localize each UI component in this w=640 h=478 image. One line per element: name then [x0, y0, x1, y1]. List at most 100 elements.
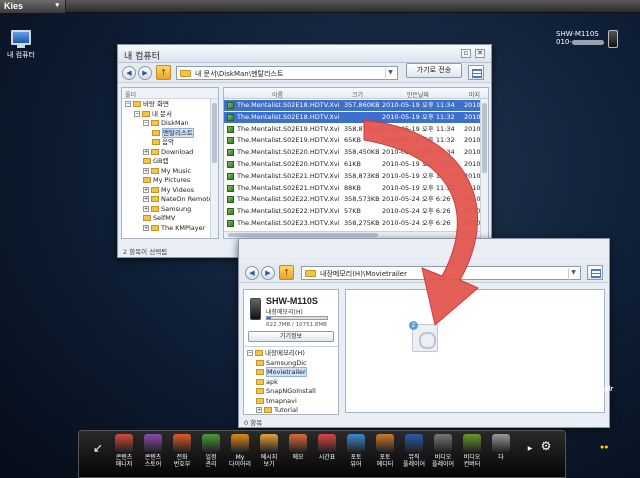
tree-item[interactable]: SelfMV: [143, 214, 175, 223]
dock-item[interactable]: 비디오 컨버터: [457, 434, 487, 468]
folder-icon: [151, 224, 159, 231]
expand-toggle[interactable]: +: [143, 224, 149, 231]
view-mode-button[interactable]: [468, 65, 484, 80]
connected-device-badge[interactable]: SHW-M110S 010-: [556, 30, 636, 48]
tree-item[interactable]: + NateOn RemoteCall: [143, 195, 218, 204]
tree-item[interactable]: + The KMPlayer: [143, 224, 205, 233]
dock-item-label: 시간표: [318, 454, 336, 461]
app-icon: [260, 434, 278, 452]
dock-item[interactable]: 뮤직 플레이어: [399, 434, 429, 468]
col-modified[interactable]: 마지: [469, 90, 480, 99]
dock-item-label: 뮤직 플레이어: [402, 454, 426, 468]
tree-item-label: tmapnavi: [266, 396, 297, 405]
back-button[interactable]: ◀: [122, 66, 136, 80]
dock-item[interactable]: 포토 뷰어: [341, 434, 371, 468]
device-info-button[interactable]: 기기정보: [248, 331, 334, 342]
expand-toggle[interactable]: −: [125, 101, 131, 107]
tree-item[interactable]: 멘탈리스트: [152, 127, 194, 138]
device-info-button-label: 기기정보: [279, 333, 303, 340]
expand-toggle[interactable]: +: [143, 148, 149, 155]
tree-item[interactable]: − DiskMan: [143, 119, 189, 128]
folder-icon: [143, 177, 151, 183]
tree-scrollbar[interactable]: [210, 99, 218, 238]
pc-path-field[interactable]: 내 문서\DiskMan\멘탈리스트 ▼: [176, 66, 398, 80]
tree-item[interactable]: − 내 문서: [134, 110, 172, 119]
phone-tree-item[interactable]: − 내장메모리(H): [247, 349, 305, 358]
file-name: The.Mentalist.S02E18.HDTV.Xvi: [237, 101, 340, 109]
up-folder-button[interactable]: ↑: [279, 265, 294, 280]
dock-item-label: 비디오 플레이어: [431, 454, 455, 468]
phone-tree-item[interactable]: tmapnavi: [256, 397, 297, 406]
phone-tree-item[interactable]: apk: [256, 378, 278, 387]
expand-toggle[interactable]: +: [143, 196, 149, 202]
gear-icon[interactable]: ⚙: [539, 440, 553, 452]
phone-tree-item[interactable]: SnapNGoInstall: [256, 387, 316, 396]
drag-arrow: [363, 119, 479, 326]
col-name[interactable]: 이름: [272, 90, 283, 99]
phone-tree-item[interactable]: + Tutorial: [256, 406, 298, 415]
tree-item[interactable]: + Samsung: [143, 205, 191, 214]
expand-toggle[interactable]: +: [143, 186, 149, 193]
col-size[interactable]: 크기: [352, 90, 363, 99]
expand-toggle[interactable]: −: [134, 110, 140, 117]
phone-icon: [250, 298, 261, 320]
dock-more-icon[interactable]: ▶: [523, 445, 537, 452]
chevron-down-icon[interactable]: ▼: [568, 268, 578, 278]
expand-toggle[interactable]: −: [247, 350, 253, 356]
dock-item[interactable]: 비디오 플레이어: [428, 434, 458, 468]
expand-toggle[interactable]: +: [256, 407, 262, 413]
tree-item[interactable]: + My Music: [143, 167, 191, 176]
app-icon: [115, 434, 133, 452]
up-folder-button[interactable]: ↑: [156, 65, 171, 80]
kies-menu-button[interactable]: Kies ▾: [0, 0, 66, 13]
close-button[interactable]: ✕: [475, 49, 485, 58]
dock-item[interactable]: 다: [486, 434, 516, 461]
folder-icon: [305, 270, 316, 277]
dock-item[interactable]: 콘텐츠 스토어: [138, 434, 168, 468]
tree-item-label: 음악: [162, 138, 174, 146]
app-icon: [347, 434, 365, 452]
dock-item-label: My 다이어리: [228, 454, 252, 468]
dock-item[interactable]: 콘텐츠 매니저: [109, 434, 139, 468]
folder-icon: [256, 388, 264, 394]
dock-item[interactable]: My 다이어리: [225, 434, 255, 468]
tree-item[interactable]: + Download: [143, 148, 193, 157]
tree-item[interactable]: GB캡: [143, 157, 168, 166]
expand-toggle[interactable]: −: [143, 120, 149, 126]
phone-tree-item[interactable]: Movietrailer: [256, 367, 307, 377]
dock-item[interactable]: 메시지 보기: [254, 434, 284, 468]
tree-item[interactable]: − 바탕 화면: [125, 100, 169, 109]
dock-item[interactable]: 전화 번호부: [167, 434, 197, 468]
desktop-my-computer[interactable]: 내 컴퓨터: [4, 30, 38, 60]
forward-button[interactable]: ▶: [138, 66, 152, 80]
back-button[interactable]: ◀: [245, 266, 259, 280]
tree-item[interactable]: + My Videos: [143, 186, 194, 195]
transfer-to-device-button[interactable]: 가기로 전송: [406, 63, 462, 78]
tree-item[interactable]: 음악: [152, 138, 174, 147]
video-file-icon: [227, 196, 234, 204]
minimize-button[interactable]: ▫: [461, 49, 471, 58]
pc-window-titlebar[interactable]: 내 컴퓨터 ▫ ✕: [118, 45, 491, 63]
folder-icon: [256, 359, 264, 366]
video-file-icon: [227, 102, 234, 109]
capacity-fill: [267, 317, 271, 319]
dock-item-label: 다: [498, 454, 504, 461]
folder-icon: [151, 148, 159, 155]
file-name: The.Mentalist.S02E23.HDTV.Xvi: [237, 219, 340, 227]
chevron-down-icon[interactable]: ▼: [385, 68, 395, 78]
forward-button[interactable]: ▶: [261, 266, 275, 280]
col-created[interactable]: 만든날짜: [407, 90, 429, 99]
file-name: The.Mentalist.S02E19.HDTV.Xvi: [237, 124, 340, 133]
expand-toggle[interactable]: +: [143, 167, 149, 174]
dock-item[interactable]: 시간표: [312, 434, 342, 461]
view-mode-button[interactable]: [587, 265, 603, 280]
folder-icon: [151, 120, 159, 126]
file-name: The.Mentalist.S02E21.HDTV.Xvi: [237, 183, 340, 192]
folder-icon: [152, 129, 160, 136]
dock-item[interactable]: 메모: [283, 434, 313, 461]
tree-item[interactable]: My Pictures: [143, 176, 190, 185]
dock-item[interactable]: 포토 에디터: [370, 434, 400, 468]
dock-item[interactable]: 일정 관리: [196, 434, 226, 468]
computer-icon: [11, 30, 31, 48]
expand-toggle[interactable]: +: [143, 205, 149, 212]
